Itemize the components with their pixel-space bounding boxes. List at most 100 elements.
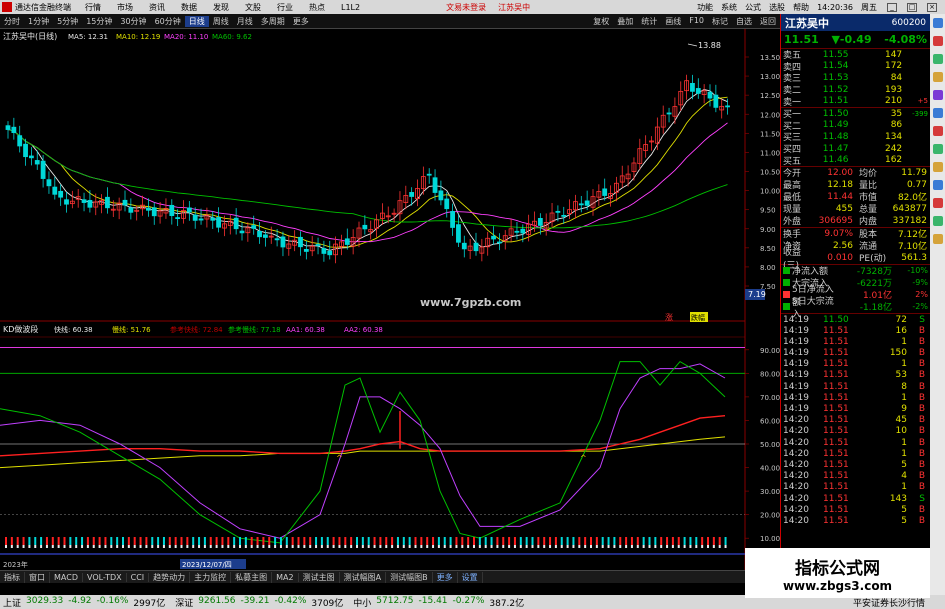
toolbar-action[interactable]: 画线: [661, 16, 685, 27]
system-menu-item[interactable]: 功能: [697, 2, 713, 13]
watermark-url: www.zbgs3.com: [782, 579, 893, 593]
period-tab[interactable]: 周线: [209, 16, 233, 27]
tick-side: B: [918, 515, 925, 526]
asks-row[interactable]: 卖四 11.54 172: [781, 61, 930, 73]
toolbar-action[interactable]: 标记: [708, 16, 732, 27]
indicator-tab[interactable]: 测试幅图A: [340, 571, 387, 583]
calc-icon[interactable]: [932, 144, 943, 154]
news-icon[interactable]: [932, 36, 943, 46]
menu-item[interactable]: 发现: [213, 3, 229, 12]
menu-item[interactable]: 数据: [181, 3, 197, 12]
title-center-item[interactable]: 文易未登录: [446, 3, 486, 12]
indicator-tab[interactable]: MA2: [272, 572, 299, 582]
indicator-tab[interactable]: 私募主图: [231, 571, 273, 583]
high-label: 13.88: [698, 41, 721, 50]
indicator-axis-label: 10.00: [760, 535, 780, 543]
asks-price: 11.54: [822, 61, 849, 72]
indicator-tab[interactable]: 窗口: [25, 571, 50, 583]
toolbar-actions: 复权 叠加 统计 画线 F10 标记 自选 返回: [589, 16, 780, 27]
tick-row: 14:20 11.51 5 B: [781, 515, 930, 526]
period-tab[interactable]: 60分钟: [151, 16, 185, 27]
indicator-tab[interactable]: 趋势动力: [149, 571, 191, 583]
bids-row[interactable]: 买五 11.46 162: [781, 154, 930, 167]
chart-icon[interactable]: [932, 18, 943, 28]
indicator-tab[interactable]: CCI: [127, 572, 150, 582]
indicator-tab[interactable]: 主力监控: [190, 571, 232, 583]
menu-item[interactable]: 行情: [85, 3, 101, 12]
toolbar-action[interactable]: 复权: [589, 16, 613, 27]
star-icon[interactable]: [932, 72, 943, 82]
bids-row[interactable]: 买四 11.47 242: [781, 143, 930, 156]
bids-row[interactable]: 买二 11.49 86: [781, 120, 930, 132]
toolbar-action[interactable]: 返回: [756, 16, 780, 27]
system-menu-item[interactable]: 系统: [721, 2, 737, 13]
menu-item[interactable]: 文股: [245, 3, 261, 12]
indicator-tab[interactable]: 更多: [433, 571, 458, 583]
indicator-tab[interactable]: 指标: [0, 571, 25, 583]
index-item[interactable]: 上证 3029.33 -4.92 -0.16% 2997亿: [3, 596, 165, 609]
asks-row[interactable]: 卖一 11.51 210 +5: [781, 95, 930, 108]
quote-price-row: 11.51 ▼-0.49 -4.08%: [781, 31, 930, 49]
menu-item[interactable]: L1L2: [341, 3, 360, 12]
asks-volume: 84: [890, 72, 903, 83]
report-icon[interactable]: [932, 216, 943, 226]
indicator-tab[interactable]: 设置: [458, 571, 483, 583]
bell-icon[interactable]: [932, 162, 943, 172]
tick-time: 14:20: [783, 437, 809, 448]
indicator-tab[interactable]: MACD: [50, 572, 83, 582]
tick-list[interactable]: 14:19 11.50 72 S 14:19 11.51 16 B 14:19 11.51 1 B 14…: [781, 314, 930, 527]
user-icon[interactable]: [932, 234, 943, 244]
indicator-tab[interactable]: 测试幅图B: [386, 571, 433, 583]
info-icon[interactable]: [932, 108, 943, 118]
asks-row[interactable]: 卖二 11.52 193: [781, 84, 930, 97]
asks-row[interactable]: 卖五 11.55 147: [781, 49, 930, 62]
menu-item[interactable]: 热点: [309, 3, 325, 12]
index-item[interactable]: 中小 5712.75 -15.41 -0.27% 387.2亿: [353, 596, 524, 609]
toolbar-action[interactable]: F10: [685, 16, 708, 27]
indicator-tabs: 指标 窗口 MACD VOL-TDX CCI 趋势动力 主力监控 私募主图 MA2 测试主图 测试幅…: [0, 570, 745, 583]
indicator-legend-item: 慢线: 51.76: [112, 325, 151, 334]
menu-item[interactable]: 市场: [117, 3, 133, 12]
system-menu-item[interactable]: 选股: [769, 2, 785, 13]
index-item[interactable]: 深证 9261.56 -39.21 -0.42% 3709亿: [175, 596, 343, 609]
period-tab[interactable]: 5分钟: [53, 16, 82, 27]
tick-row: 14:19 11.51 1 B: [781, 359, 930, 370]
period-tab[interactable]: 日线: [184, 15, 209, 27]
menu-item[interactable]: 行业: [277, 3, 293, 12]
settings-icon[interactable]: [932, 180, 943, 190]
alert-icon[interactable]: [932, 126, 943, 136]
period-tab[interactable]: 15分钟: [82, 16, 116, 27]
kline-chart[interactable]: 13.50 13.00 12.50 12.00 11.50 11.00 10.50 10.00…: [0, 29, 780, 322]
minimize-icon[interactable]: _: [887, 2, 897, 12]
period-tab[interactable]: 多周期: [257, 16, 289, 27]
grid-icon[interactable]: [932, 90, 943, 100]
bids-row[interactable]: 买一 11.50 35 -399: [781, 108, 930, 121]
close-icon[interactable]: ×: [927, 2, 937, 12]
period-tab[interactable]: 30分钟: [116, 16, 150, 27]
asks-row[interactable]: 卖三 11.53 84: [781, 72, 930, 85]
kd-indicator-chart[interactable]: ^ ^ 90.00 80.00 70.00 60.00 50.00 40.00 30.00 20…: [0, 322, 780, 570]
bids-row[interactable]: 买三 11.48 134: [781, 131, 930, 144]
list-icon[interactable]: [932, 54, 943, 64]
tick-volume: 1: [901, 448, 907, 459]
period-tab[interactable]: 月线: [233, 16, 257, 27]
price-axis-label: 10.00: [760, 188, 780, 196]
asks-label: 卖一: [783, 97, 802, 108]
period-tab[interactable]: 分时: [0, 16, 24, 27]
toolbar-action[interactable]: 统计: [637, 16, 661, 27]
menu-item[interactable]: 资讯: [149, 3, 165, 12]
toolbar-action[interactable]: 叠加: [613, 16, 637, 27]
toolbar-action[interactable]: 自选: [732, 16, 756, 27]
system-menu-item[interactable]: 帮助: [793, 2, 809, 13]
title-center-item[interactable]: 江苏吴中: [498, 3, 530, 12]
indicator-legend-item: 参考慢线: 77.18: [228, 325, 281, 334]
maximize-icon[interactable]: □: [907, 2, 917, 12]
system-menu-item[interactable]: 公式: [745, 2, 761, 13]
tick-time: 14:19: [783, 336, 809, 347]
trade-icon[interactable]: [932, 198, 943, 208]
tick-time: 14:20: [783, 515, 809, 526]
indicator-tab[interactable]: 测试主图: [299, 571, 340, 583]
period-tab[interactable]: 1分钟: [24, 16, 53, 27]
period-tab[interactable]: 更多: [289, 16, 313, 27]
indicator-tab[interactable]: VOL-TDX: [83, 572, 127, 582]
